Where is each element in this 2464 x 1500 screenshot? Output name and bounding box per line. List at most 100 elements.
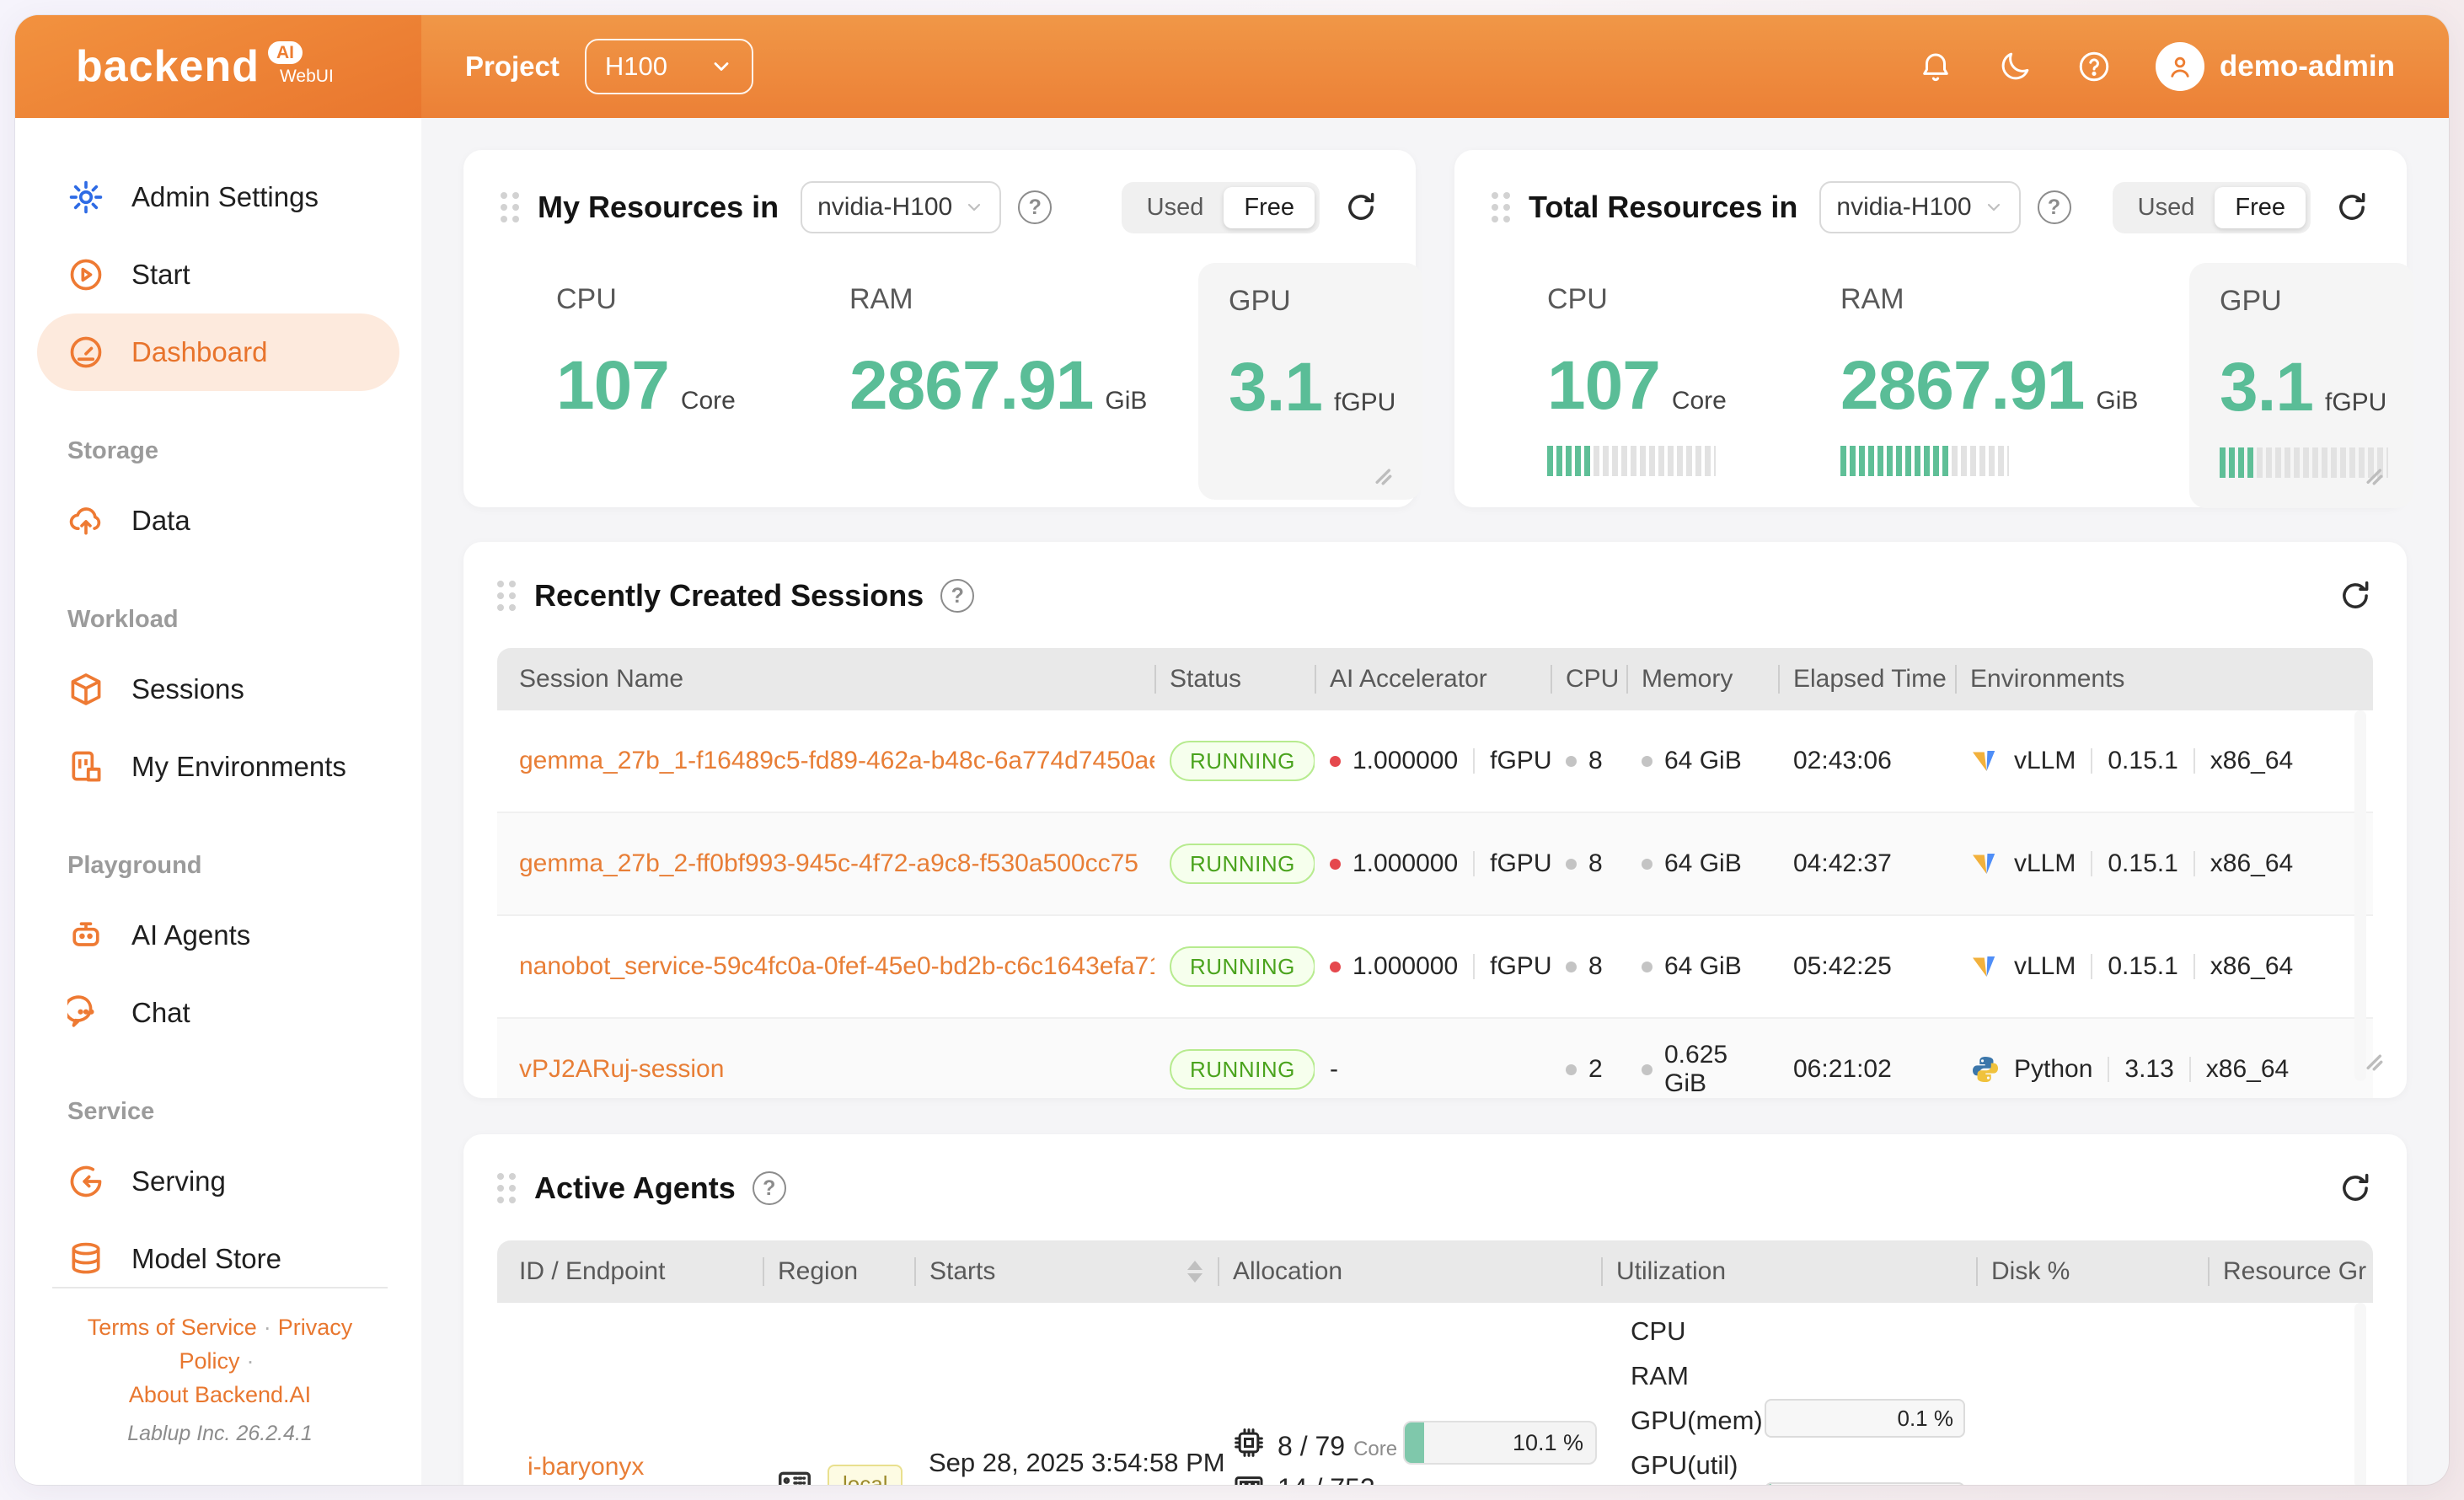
resource-group-select[interactable]: nvidia-H100 — [1819, 181, 2020, 233]
environment-arch: x86_64 — [2210, 849, 2293, 878]
refresh-icon[interactable] — [1343, 190, 1379, 225]
cube-icon — [67, 671, 104, 708]
help-icon[interactable]: ? — [940, 579, 974, 613]
used-free-toggle: Used Free — [1122, 182, 1320, 233]
cpu-dot-icon — [1566, 1064, 1577, 1075]
sidebar-item-data[interactable]: Data — [15, 482, 421, 560]
region-tag: local — [828, 1465, 903, 1485]
sidebar-item-label: Serving — [131, 1165, 226, 1197]
drag-handle-icon[interactable] — [497, 1173, 516, 1203]
chevron-down-icon — [710, 55, 733, 78]
ram-chip-icon — [1232, 1468, 1266, 1485]
accelerator-dot-icon — [1330, 962, 1341, 972]
environment-arch: x86_64 — [2206, 1055, 2289, 1084]
environment-arch: x86_64 — [2210, 747, 2293, 775]
vllm-icon — [1970, 849, 2001, 879]
resource-stats: CPU 107Core RAM 2867.91GiB GPU 3.1fGPU — [1492, 283, 2370, 508]
help-icon[interactable]: ? — [1018, 190, 1052, 224]
column-header-allocation: Allocation — [1218, 1240, 1601, 1303]
refresh-icon[interactable] — [2338, 1171, 2373, 1206]
stat-cpu: CPU 107Core — [1547, 283, 1741, 476]
drag-handle-icon[interactable] — [1492, 192, 1510, 222]
drag-handle-icon[interactable] — [497, 581, 516, 611]
session-name-link[interactable]: vPJ2ARuj-session — [519, 1055, 724, 1084]
project-select[interactable]: H100 — [585, 39, 753, 94]
logo-suffix: AI WebUI — [268, 41, 334, 87]
accelerator-unit: fGPU — [1490, 952, 1551, 981]
session-row: nanobot_service-59c4fc0a-0fef-45e0-bd2b-… — [497, 916, 2373, 1019]
stat-gpu: GPU 3.1fGPU — [2220, 285, 2380, 478]
agent-id-link[interactable]: i-baryonyx — [528, 1453, 644, 1481]
app-window: backend AI WebUI Project H100 — [15, 15, 2449, 1485]
memory-dot-icon — [1642, 859, 1652, 870]
util-cpu-bar: 0.1 % — [1765, 1399, 1965, 1438]
cpu-chip-icon — [1232, 1426, 1266, 1460]
bell-icon — [1918, 49, 1953, 84]
cpu-value: 8 — [1588, 849, 1603, 878]
sidebar-item-label: Admin Settings — [131, 181, 319, 213]
toggle-used[interactable]: Used — [2118, 187, 2215, 228]
sidebar-item-ai-agents[interactable]: AI Agents — [15, 897, 421, 974]
session-name-link[interactable]: nanobot_service-59c4fc0a-0fef-45e0-bd2b-… — [519, 952, 1154, 981]
memory-dot-icon — [1642, 756, 1652, 767]
stat-ram: RAM 2867.91GiB — [1840, 283, 2161, 476]
sidebar-item-start[interactable]: Start — [15, 236, 421, 313]
util-gpumem-label: GPU(mem) — [1631, 1406, 1763, 1436]
used-free-toggle: Used Free — [2113, 182, 2311, 233]
server-icon — [775, 1461, 814, 1485]
card-header: My Resources in nvidia-H100 ? Used Free — [501, 180, 1379, 234]
help-icon[interactable]: ? — [2038, 190, 2071, 224]
refresh-icon[interactable] — [2338, 578, 2373, 613]
chevron-down-icon — [1984, 197, 2004, 217]
util-ram-bar: 12.4 / 752.55 GiB — [1765, 1482, 1965, 1485]
sidebar-group-workload: Workload — [15, 588, 421, 651]
table-scrollbar[interactable] — [2354, 1303, 2366, 1485]
column-header-starts[interactable]: Starts — [914, 1240, 1218, 1303]
memory-value: 64 GiB — [1664, 952, 1742, 981]
resize-handle-icon[interactable] — [2356, 1044, 2385, 1073]
sidebar-item-admin-settings[interactable]: Admin Settings — [15, 158, 421, 236]
toggle-free[interactable]: Free — [2215, 187, 2306, 228]
session-name-link[interactable]: gemma_27b_1-f16489c5-fd89-462a-b48c-6a77… — [519, 747, 1154, 775]
sidebar-item-label: Dashboard — [131, 336, 267, 368]
sidebar-item-dashboard[interactable]: Dashboard — [37, 313, 399, 391]
help-button[interactable] — [2076, 49, 2112, 84]
question-circle-icon — [2076, 49, 2112, 84]
stat-value: 107 — [1547, 346, 1660, 426]
resize-handle-icon[interactable] — [2356, 458, 2385, 487]
help-icon[interactable]: ? — [753, 1171, 786, 1205]
environments-icon — [67, 748, 104, 785]
refresh-icon[interactable] — [2334, 190, 2370, 225]
ram-usage-bar — [1840, 446, 2009, 476]
ram-allocation-value: 14 / 752 — [1278, 1473, 1375, 1485]
sidebar-item-serving[interactable]: Serving — [15, 1143, 421, 1220]
sidebar-group-storage: Storage — [15, 420, 421, 482]
stat-label: GPU — [1229, 285, 1389, 318]
terms-of-service-link[interactable]: Terms of Service — [88, 1315, 257, 1340]
sidebar-item-label: My Environments — [131, 751, 346, 783]
notifications-button[interactable] — [1918, 49, 1953, 84]
sidebar-item-chat[interactable]: Chat — [15, 974, 421, 1052]
stat-value: 3.1 — [2220, 348, 2313, 427]
column-header-session-name: Session Name — [497, 648, 1154, 710]
backend-ai-logo[interactable]: backend AI WebUI — [15, 15, 421, 118]
toggle-used[interactable]: Used — [1127, 187, 1224, 228]
drag-handle-icon[interactable] — [501, 192, 519, 222]
theme-toggle-button[interactable] — [1997, 49, 2033, 84]
column-header-utilization: Utilization — [1601, 1240, 1976, 1303]
sidebar-item-my-environments[interactable]: My Environments — [15, 728, 421, 806]
resize-handle-icon[interactable] — [1365, 458, 1394, 487]
table-scrollbar[interactable] — [2354, 710, 2366, 1081]
column-header-label: Starts — [929, 1257, 995, 1286]
sidebar-item-sessions[interactable]: Sessions — [15, 651, 421, 728]
resource-group-select[interactable]: nvidia-H100 — [801, 181, 1001, 233]
memory-dot-icon — [1642, 1064, 1652, 1075]
card-header: Total Resources in nvidia-H100 ? Used Fr… — [1492, 180, 2370, 234]
about-backend-ai-link[interactable]: About Backend.AI — [129, 1382, 311, 1407]
user-menu[interactable]: demo-admin — [2156, 42, 2395, 91]
session-name-link[interactable]: gemma_27b_2-ff0bf993-945c-4f72-a9c8-f530… — [519, 849, 1138, 878]
toggle-free[interactable]: Free — [1224, 187, 1315, 228]
card-header: Active Agents ? — [497, 1161, 2373, 1215]
stat-unit: fGPU — [1334, 388, 1395, 417]
sidebar: Admin Settings Start Dashboard Storage D… — [15, 118, 421, 1485]
